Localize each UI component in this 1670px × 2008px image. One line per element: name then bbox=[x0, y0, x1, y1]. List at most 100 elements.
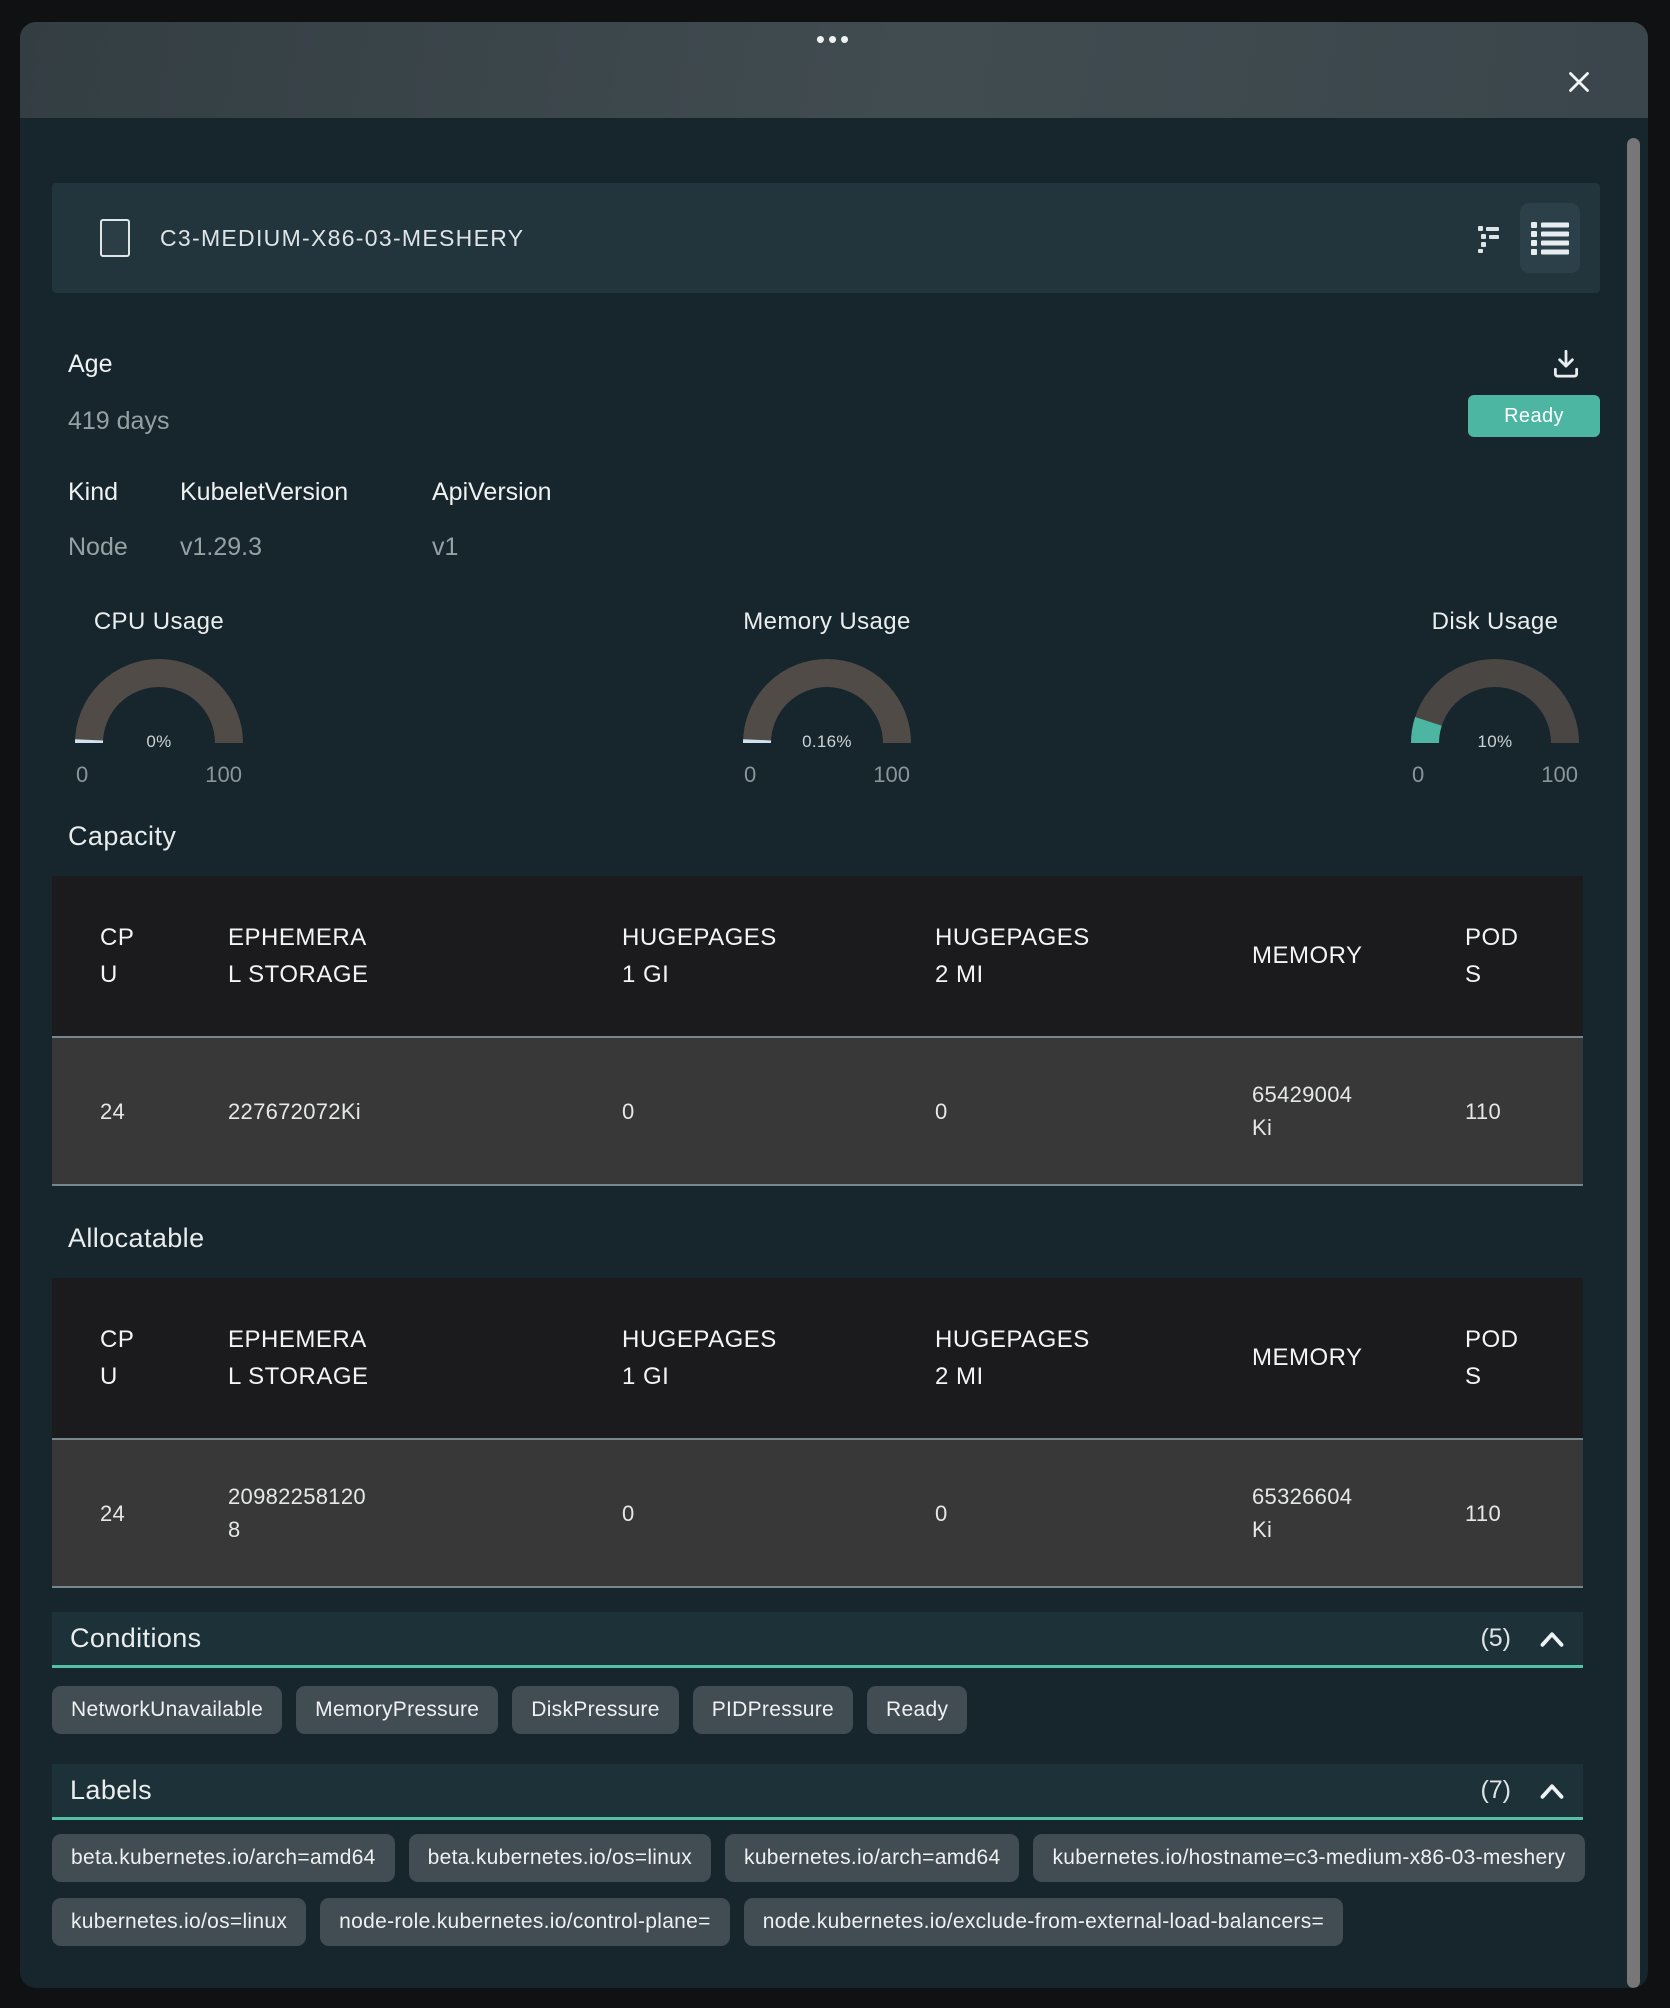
resource-header-card: C3-MEDIUM-X86-03-MESHERY bbox=[52, 183, 1600, 293]
meta-field-value: v1.29.3 bbox=[180, 532, 432, 563]
table-row: 242098225812080065326604Ki110 bbox=[52, 1438, 1583, 1588]
column-header: EPHEMERAL STORAGE bbox=[228, 1278, 622, 1438]
usage-gauge: Memory Usage 0.16% 0 100 bbox=[742, 607, 912, 788]
download-button[interactable] bbox=[1548, 347, 1584, 383]
allocatable-table: CPUEPHEMERAL STORAGEHUGEPAGES 1 GIHUGEPA… bbox=[52, 1278, 1583, 1588]
label-chip[interactable]: beta.kubernetes.io/os=linux bbox=[409, 1834, 711, 1882]
gauge-scale: 0 100 bbox=[74, 762, 244, 788]
column-header: HUGEPAGES 2 MI bbox=[935, 876, 1252, 1036]
age-section: Age 419 days Ready bbox=[52, 349, 1616, 437]
table-row: 24227672072Ki0065429004Ki110 bbox=[52, 1036, 1583, 1186]
table-header-row: CPUEPHEMERAL STORAGEHUGEPAGES 1 GIHUGEPA… bbox=[52, 1278, 1583, 1438]
column-header: PODS bbox=[1465, 1278, 1583, 1438]
close-icon bbox=[1562, 65, 1596, 99]
gauge-title: Memory Usage bbox=[742, 607, 912, 637]
chevron-up-icon[interactable] bbox=[1539, 1630, 1565, 1648]
condition-chip[interactable]: MemoryPressure bbox=[296, 1686, 498, 1734]
allocatable-heading: Allocatable bbox=[68, 1222, 1616, 1254]
select-checkbox[interactable] bbox=[100, 219, 130, 257]
labels-chip-list: beta.kubernetes.io/arch=amd64 beta.kubern… bbox=[52, 1834, 1612, 1946]
labels-heading: Labels bbox=[70, 1775, 152, 1806]
gauge-min: 0 bbox=[76, 762, 88, 788]
table-cell: 110 bbox=[1465, 1440, 1583, 1586]
table-cell: 24 bbox=[52, 1038, 228, 1184]
conditions-chip-list: NetworkUnavailable MemoryPressure DiskPres… bbox=[52, 1686, 1612, 1734]
table-cell: 209822581208 bbox=[228, 1440, 622, 1586]
column-header: CPU bbox=[52, 876, 228, 1036]
download-icon bbox=[1549, 347, 1583, 381]
gauge-value: 10% bbox=[1410, 732, 1580, 752]
meta-field-label: Kind bbox=[68, 477, 180, 508]
meta-field: KubeletVersion v1.29.3 bbox=[180, 477, 432, 563]
label-chip[interactable]: kubernetes.io/arch=amd64 bbox=[725, 1834, 1019, 1882]
gauge-scale: 0 100 bbox=[1410, 762, 1580, 788]
table-cell: 65429004Ki bbox=[1252, 1038, 1465, 1184]
condition-chip[interactable]: NetworkUnavailable bbox=[52, 1686, 282, 1734]
column-header: CPU bbox=[52, 1278, 228, 1438]
table-cell: 24 bbox=[52, 1440, 228, 1586]
gauge-title: Disk Usage bbox=[1410, 607, 1580, 637]
condition-chip[interactable]: Ready bbox=[867, 1686, 967, 1734]
conditions-section-header[interactable]: Conditions (5) bbox=[52, 1612, 1583, 1668]
meta-field: Kind Node bbox=[68, 477, 180, 563]
gauge-max: 100 bbox=[1541, 762, 1578, 788]
gauge-scale: 0 100 bbox=[742, 762, 912, 788]
node-details-modal: ••• C3-MEDIUM-X86-03-MESHERY bbox=[20, 22, 1648, 1988]
gauge-min: 0 bbox=[1412, 762, 1424, 788]
label-chip[interactable]: beta.kubernetes.io/arch=amd64 bbox=[52, 1834, 395, 1882]
table-cell: 65326604Ki bbox=[1252, 1440, 1465, 1586]
status-badge: Ready bbox=[1468, 395, 1600, 437]
condition-chip[interactable]: PIDPressure bbox=[693, 1686, 853, 1734]
modal-content: C3-MEDIUM-X86-03-MESHERY bbox=[20, 183, 1648, 1946]
list-view-icon[interactable] bbox=[1520, 203, 1580, 273]
gauge-title: CPU Usage bbox=[74, 607, 244, 637]
close-button[interactable] bbox=[1560, 64, 1598, 102]
column-header: HUGEPAGES 1 GI bbox=[622, 876, 935, 1036]
column-header: PODS bbox=[1465, 876, 1583, 1036]
gauge-max: 100 bbox=[205, 762, 242, 788]
column-header: HUGEPAGES 1 GI bbox=[622, 1278, 935, 1438]
label-chip[interactable]: node-role.kubernetes.io/control-plane= bbox=[320, 1898, 730, 1946]
column-header: MEMORY bbox=[1252, 1278, 1465, 1438]
meta-field-label: KubeletVersion bbox=[180, 477, 432, 508]
details-list-icon[interactable] bbox=[1474, 221, 1504, 255]
usage-gauge: CPU Usage 0% 0 100 bbox=[74, 607, 244, 788]
labels-count: (7) bbox=[1480, 1776, 1511, 1805]
usage-gauges-row: CPU Usage 0% 0 100 Memory Usage bbox=[52, 607, 1616, 788]
gauge-max: 100 bbox=[873, 762, 910, 788]
age-label: Age bbox=[68, 349, 1616, 380]
view-toggle-group bbox=[1474, 203, 1580, 273]
vertical-scrollbar[interactable] bbox=[1627, 138, 1640, 1988]
gauge-value: 0% bbox=[74, 732, 244, 752]
table-cell: 110 bbox=[1465, 1038, 1583, 1184]
table-cell: 0 bbox=[935, 1440, 1252, 1586]
table-cell: 0 bbox=[935, 1038, 1252, 1184]
table-cell: 0 bbox=[622, 1440, 935, 1586]
gauge-arc: 0.16% bbox=[742, 655, 912, 758]
gauge-min: 0 bbox=[744, 762, 756, 788]
column-header: EPHEMERAL STORAGE bbox=[228, 876, 622, 1036]
age-value: 419 days bbox=[68, 406, 1616, 437]
column-header: HUGEPAGES 2 MI bbox=[935, 1278, 1252, 1438]
gauge-arc: 10% bbox=[1410, 655, 1580, 758]
chevron-up-icon[interactable] bbox=[1539, 1782, 1565, 1800]
label-chip[interactable]: node.kubernetes.io/exclude-from-external… bbox=[744, 1898, 1343, 1946]
label-chip[interactable]: kubernetes.io/os=linux bbox=[52, 1898, 306, 1946]
capacity-heading: Capacity bbox=[68, 820, 1616, 852]
table-cell: 0 bbox=[622, 1038, 935, 1184]
ellipsis-dots-icon[interactable]: ••• bbox=[20, 26, 1648, 52]
capacity-table: CPUEPHEMERAL STORAGEHUGEPAGES 1 GIHUGEPA… bbox=[52, 876, 1583, 1186]
resource-title: C3-MEDIUM-X86-03-MESHERY bbox=[160, 225, 524, 252]
meta-fields-row: Kind Node KubeletVersion v1.29.3 ApiVers… bbox=[52, 477, 1616, 563]
meta-field-value: Node bbox=[68, 532, 180, 563]
meta-field-value: v1 bbox=[432, 532, 552, 563]
modal-title-bar: ••• bbox=[20, 22, 1648, 118]
table-cell: 227672072Ki bbox=[228, 1038, 622, 1184]
labels-section-header[interactable]: Labels (7) bbox=[52, 1764, 1583, 1820]
label-chip[interactable]: kubernetes.io/hostname=c3-medium-x86-03-… bbox=[1033, 1834, 1584, 1882]
gauge-arc: 0% bbox=[74, 655, 244, 758]
conditions-heading: Conditions bbox=[70, 1623, 202, 1654]
column-header: MEMORY bbox=[1252, 876, 1465, 1036]
usage-gauge: Disk Usage 10% 0 100 bbox=[1410, 607, 1580, 788]
condition-chip[interactable]: DiskPressure bbox=[512, 1686, 678, 1734]
